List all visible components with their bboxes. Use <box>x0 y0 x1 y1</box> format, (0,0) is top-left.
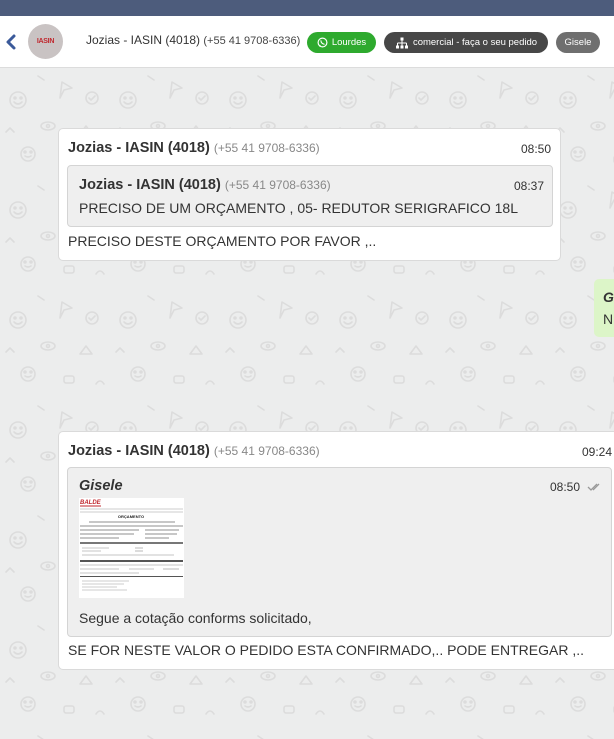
contact-name-text: Jozias - IASIN (4018) <box>86 33 201 47</box>
quoted-message[interactable]: Jozias - IASIN (4018) (+55 41 9708-6336)… <box>67 165 553 227</box>
document-preview-icon: BALDE ORÇAMENTO <box>79 498 184 598</box>
avatar-logo: IASIN <box>36 38 55 45</box>
quoted-sender-name: Jozias - IASIN (4018) <box>79 177 221 193</box>
attachment-logo: BALDE <box>80 500 102 506</box>
message-sender-name: Jozias - IASIN (4018) <box>68 443 210 459</box>
tag-lourdes-label: Lourdes <box>331 37 367 48</box>
read-receipt-icon <box>587 483 600 491</box>
org-chart-icon <box>395 37 408 48</box>
back-chevron-icon[interactable] <box>4 32 18 52</box>
message-time: 09:24 <box>582 445 613 459</box>
top-strip <box>0 0 614 16</box>
chat-header: IASIN Jozias - IASIN (4018) (+55 41 9708… <box>0 16 614 68</box>
partial-text: N <box>603 311 614 327</box>
quoted-message[interactable]: Gisele 08:50 BALDE ORÇAMENTO Segue a cot… <box>67 467 612 637</box>
message-sender-phone: (+55 41 9708-6336) <box>213 141 320 155</box>
message-bubble[interactable]: Jozias - IASIN (4018) (+55 41 9708-6336)… <box>58 431 614 670</box>
message-sender: Jozias - IASIN (4018) (+55 41 9708-6336) <box>68 140 320 156</box>
quoted-text: Segue a cotação conforms solicitado, <box>79 610 312 626</box>
tag-gisele[interactable]: Gisele <box>556 32 600 53</box>
tag-lourdes[interactable]: Lourdes <box>307 32 376 53</box>
attachment-title: ORÇAMENTO <box>118 514 144 519</box>
quoted-time: 08:37 <box>513 179 544 193</box>
message-sender-name: Jozias - IASIN (4018) <box>68 140 210 156</box>
chat-area[interactable]: Jozias - IASIN (4018) (+55 41 9708-6336)… <box>0 68 614 739</box>
quoted-text: PRECISO DE UM ORÇAMENTO , 05- REDUTOR SE… <box>79 200 519 216</box>
whatsapp-icon <box>317 37 328 48</box>
tag-comercial[interactable]: comercial - faça o seu pedido <box>384 32 548 53</box>
partial-message-bubble[interactable]: G N <box>594 279 614 337</box>
attachment-thumbnail[interactable]: BALDE ORÇAMENTO <box>79 498 184 598</box>
quoted-sender: Gisele <box>79 478 123 494</box>
message-text: PRECISO DESTE ORÇAMENTO POR FAVOR ,.. <box>68 233 377 249</box>
message-bubble[interactable]: Jozias - IASIN (4018) (+55 41 9708-6336)… <box>58 128 561 261</box>
message-sender: Jozias - IASIN (4018) (+55 41 9708-6336) <box>68 443 320 459</box>
tag-gisele-label: Gisele <box>564 37 592 48</box>
quoted-sender-phone: (+55 41 9708-6336) <box>224 178 331 192</box>
contact-phone: (+55 41 9708-6336) <box>203 35 301 47</box>
quoted-sender: Jozias - IASIN (4018) (+55 41 9708-6336) <box>79 177 331 193</box>
contact-name[interactable]: Jozias - IASIN (4018) (+55 41 9708-6336) <box>86 33 300 47</box>
avatar[interactable]: IASIN <box>28 24 63 59</box>
tag-comercial-label: comercial - faça o seu pedido <box>412 37 538 48</box>
partial-sender: G <box>603 289 614 305</box>
message-text: SE FOR NESTE VALOR O PEDIDO ESTA CONFIRM… <box>68 642 585 658</box>
message-sender-phone: (+55 41 9708-6336) <box>213 444 320 458</box>
quoted-time: 08:50 <box>550 480 581 494</box>
message-time: 08:50 <box>520 142 551 156</box>
